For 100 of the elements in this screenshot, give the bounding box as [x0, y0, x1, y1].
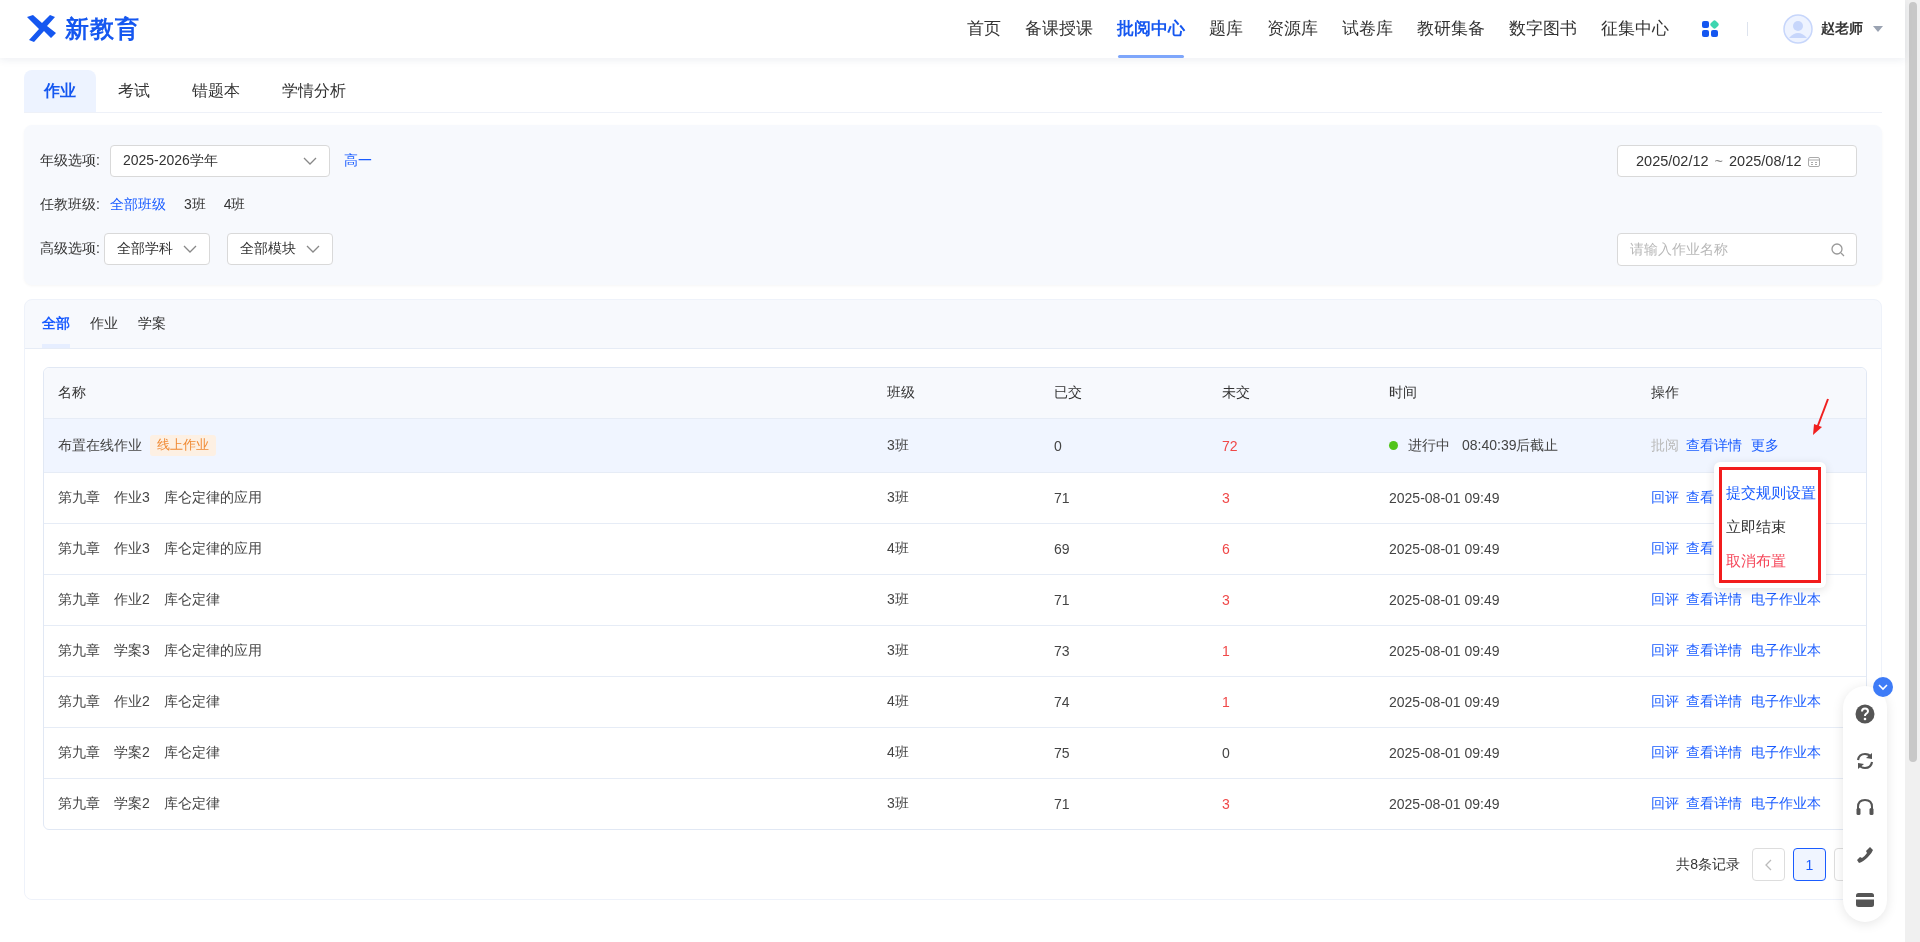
filter-tab[interactable]: 作业: [90, 300, 118, 348]
collapse-icon[interactable]: [1873, 677, 1893, 697]
column-header: 时间: [1389, 384, 1418, 402]
logo-icon: [25, 14, 59, 44]
action-link[interactable]: 查看详情: [1686, 795, 1742, 813]
filter-select[interactable]: 全部模块: [226, 233, 333, 265]
tab[interactable]: 错题本: [172, 70, 260, 112]
table-cell-text: 73: [1054, 643, 1071, 659]
table-row[interactable]: 第九章 学案3 库仑定律的应用 3班 73 1 2025-08-01 09:49 回评 查看详情 电子作业本: [44, 625, 1866, 676]
action-link[interactable]: 查看详情: [1686, 642, 1742, 660]
table-cell-text: 72: [1222, 437, 1239, 454]
refresh-icon[interactable]: [1855, 751, 1875, 771]
search-icon: [1831, 242, 1845, 257]
grade-select[interactable]: 2025-2026学年: [109, 145, 330, 177]
table-cell: 2025-08-01 09:49: [1389, 694, 1500, 710]
table-cell: 第九章 作业2 库仑定律: [58, 693, 220, 711]
nav-item[interactable]: 教研集备: [1405, 0, 1497, 58]
table-cell-text: 3: [1222, 490, 1231, 506]
table-cell-text: 4班: [887, 744, 910, 762]
page-button[interactable]: 1: [1793, 848, 1826, 881]
table-cell: 布置在线作业: [58, 436, 142, 455]
menu-item[interactable]: 提交规则设置: [1726, 476, 1816, 510]
table-cell: 第九章 作业2 库仑定律: [58, 591, 220, 609]
action-link[interactable]: 电子作业本: [1751, 795, 1821, 813]
action-link[interactable]: 回评: [1651, 693, 1679, 711]
table-cell-text: 69: [1054, 541, 1071, 557]
filter-select[interactable]: 全部学科: [103, 233, 210, 265]
search-field[interactable]: 请输入作业名称: [1617, 232, 1857, 266]
nav-item[interactable]: 题库: [1197, 0, 1255, 58]
action-link[interactable]: 回评: [1651, 591, 1679, 609]
table-cell-text: 0: [1054, 437, 1063, 454]
filter-label: 任教班级:: [40, 196, 100, 214]
table-cell-text: 4班: [887, 540, 910, 558]
nav-item[interactable]: 批阅中心: [1105, 0, 1197, 58]
tab[interactable]: 学情分析: [262, 70, 366, 112]
action-link[interactable]: 回评: [1651, 744, 1679, 762]
chevron-down-icon: [182, 245, 197, 253]
table-cell: 08:40:39后截止: [1462, 436, 1559, 455]
class-option[interactable]: 3班: [183, 196, 206, 214]
scrollbar[interactable]: [1905, 0, 1920, 942]
class-option[interactable]: 全部班级: [109, 196, 166, 214]
table-cell-text: 3班: [887, 591, 910, 609]
action-link[interactable]: 查看: [1686, 489, 1714, 507]
table-cell: 第九章 学案2 库仑定律: [58, 744, 220, 762]
table-cell-text: 71: [1054, 796, 1071, 812]
logo-text: 新教育: [65, 14, 140, 44]
action-link[interactable]: 查看: [1686, 540, 1714, 558]
calendar-icon: [1807, 155, 1820, 167]
action-link[interactable]: 电子作业本: [1751, 693, 1821, 711]
action-link[interactable]: 回评: [1651, 642, 1679, 660]
table-cell-text: 3班: [887, 489, 910, 507]
action-link[interactable]: 更多: [1751, 436, 1779, 455]
grade-link[interactable]: 高一: [343, 152, 372, 170]
table-cell-text: 1: [1222, 643, 1231, 659]
class-option[interactable]: 4班: [223, 196, 246, 214]
headset-icon[interactable]: [1855, 798, 1875, 818]
chevron-down-icon: [305, 245, 320, 253]
action-link[interactable]: 回评: [1651, 489, 1679, 507]
action-link[interactable]: 查看详情: [1686, 436, 1742, 455]
nav-item[interactable]: 试卷库: [1330, 0, 1405, 58]
nav-item[interactable]: 备课授课: [1013, 0, 1105, 58]
table-cell-text: 3: [1222, 592, 1231, 608]
phone-icon[interactable]: [1855, 845, 1875, 865]
table-cell-text: 0: [1222, 745, 1231, 761]
action-link[interactable]: 电子作业本: [1751, 744, 1821, 762]
table-cell: 2025-08-01 09:49: [1389, 490, 1500, 506]
nav-item[interactable]: 征集中心: [1589, 0, 1681, 58]
table-cell-text: 3班: [887, 436, 910, 455]
action-link[interactable]: 查看详情: [1686, 693, 1742, 711]
table-cell-text: 75: [1054, 745, 1071, 761]
tab[interactable]: 作业: [24, 70, 96, 112]
filter-tab[interactable]: 学案: [138, 300, 166, 348]
annotation-arrow: [1812, 398, 1830, 436]
date-range-field[interactable]: 2025/02/12 ~ 2025/08/12: [1617, 145, 1857, 177]
filter-tab[interactable]: 全部: [42, 300, 70, 348]
user-name[interactable]: 赵老师: [1821, 20, 1863, 38]
table-cell-text: 71: [1054, 592, 1071, 608]
chevron-down-icon: [302, 157, 317, 165]
nav-item[interactable]: 数字图书: [1497, 0, 1589, 58]
column-header: 未交: [1222, 384, 1251, 402]
nav-item[interactable]: 资源库: [1255, 0, 1330, 58]
action-link[interactable]: 查看详情: [1686, 744, 1742, 762]
nav-item[interactable]: 首页: [955, 0, 1013, 58]
action-link[interactable]: 查看详情: [1686, 591, 1742, 609]
action-link[interactable]: 电子作业本: [1751, 591, 1821, 609]
tab[interactable]: 考试: [98, 70, 170, 112]
table-cell: 2025-08-01 09:49: [1389, 796, 1500, 812]
column-header: 班级: [887, 384, 916, 402]
table-cell: 2025-08-01 09:49: [1389, 541, 1500, 557]
card-icon[interactable]: [1855, 892, 1875, 908]
table-cell-text: 4班: [887, 693, 910, 711]
help-icon[interactable]: [1855, 704, 1875, 724]
action-link[interactable]: 回评: [1651, 795, 1679, 813]
apps-icon[interactable]: [1701, 20, 1719, 38]
tag: 线上作业: [150, 435, 216, 456]
action-link[interactable]: 电子作业本: [1751, 642, 1821, 660]
table-cell-text: 3: [1222, 796, 1231, 812]
action-link[interactable]: 回评: [1651, 540, 1679, 558]
table-cell-text: 74: [1054, 694, 1071, 710]
column-header: 名称: [57, 384, 87, 402]
